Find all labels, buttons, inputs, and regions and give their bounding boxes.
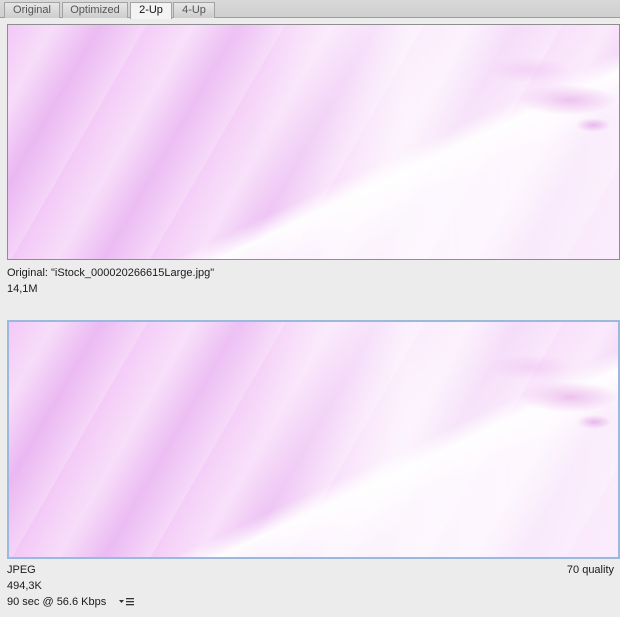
- tab-2-up[interactable]: 2-Up: [130, 2, 172, 19]
- optimized-image-preview[interactable]: [9, 322, 618, 557]
- optimized-preview-panel[interactable]: [7, 320, 620, 559]
- tab-original[interactable]: Original: [4, 2, 60, 18]
- download-rate-menu-icon[interactable]: [119, 596, 135, 606]
- original-info: Original: "iStock_000020266615Large.jpg"…: [7, 265, 620, 297]
- original-image-preview[interactable]: [8, 25, 619, 259]
- original-preview-panel[interactable]: [7, 24, 620, 260]
- tab-4-up[interactable]: 4-Up: [173, 2, 215, 18]
- optimized-format: JPEG: [7, 564, 36, 576]
- tab-optimized[interactable]: Optimized: [62, 2, 128, 18]
- original-file-title: Original: "iStock_000020266615Large.jpg": [7, 267, 215, 279]
- optimized-info: JPEG 494,3K 90 sec @ 56.6 Kbps: [7, 562, 620, 610]
- view-tab-bar: Original Optimized 2-Up 4-Up: [0, 0, 620, 19]
- download-time-row: 90 sec @ 56.6 Kbps: [7, 594, 620, 610]
- optimized-file-size: 494,3K: [7, 580, 42, 592]
- download-time: 90 sec @ 56.6 Kbps: [7, 596, 107, 608]
- original-file-size: 14,1M: [7, 283, 38, 295]
- quality-label: 70 quality: [566, 564, 614, 576]
